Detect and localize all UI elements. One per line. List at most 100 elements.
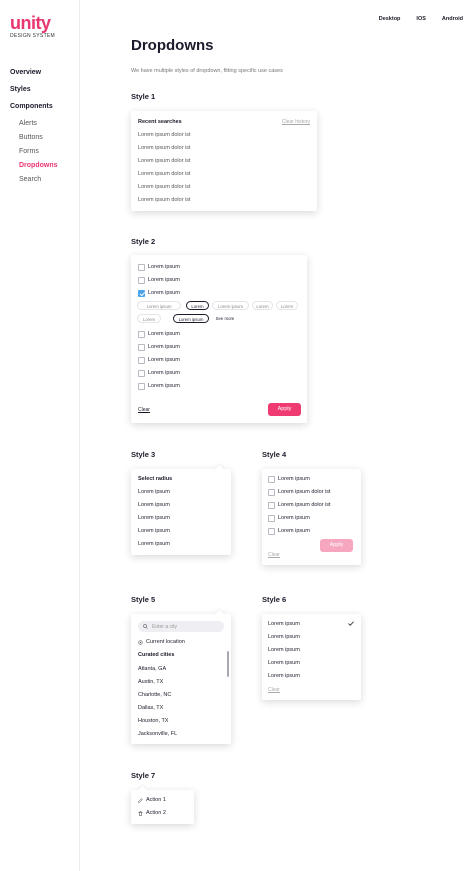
style2-title: Style 2 [131, 237, 156, 246]
brand-name: unity [10, 13, 51, 33]
recent-item[interactable]: Lorem ipsum dolor ist [138, 197, 191, 203]
style3-dropdown: Select radius Lorem ipsum Lorem ipsum Lo… [131, 464, 231, 555]
radius-option[interactable]: Lorem ipsum [138, 489, 170, 495]
city-option[interactable]: Charlotte, NC [138, 692, 171, 698]
radius-option[interactable]: Lorem ipsum [138, 541, 170, 547]
checkbox[interactable] [138, 277, 145, 284]
select-option[interactable]: Lorem ipsum [268, 660, 300, 666]
clear-link-disabled[interactable]: Clear [268, 687, 280, 693]
checkbox[interactable] [138, 357, 145, 364]
checkbox[interactable] [268, 502, 275, 509]
nav-desktop[interactable]: Desktop [379, 16, 401, 22]
recent-item[interactable]: Lorem ipsum dolor ist [138, 171, 191, 177]
brand-logo[interactable]: unity DESIGN SYSTEM [10, 14, 55, 39]
option-label: Lorem ipsum [148, 370, 180, 376]
dropdown-notch [214, 464, 225, 475]
current-location-option[interactable]: Current location [146, 639, 185, 645]
option-label: Lorem ipsum [148, 357, 180, 363]
select-radius-header: Select radius [138, 476, 173, 482]
nav-ios[interactable]: IOS [416, 16, 425, 22]
option-label: Lorem ipsum dolor ist [278, 502, 331, 508]
filter-chip[interactable]: Lorem [276, 301, 298, 310]
trash-icon [138, 811, 143, 816]
dropdown-notch [214, 609, 225, 620]
pencil-icon [138, 798, 143, 803]
recent-item[interactable]: Lorem ipsum dolor ist [138, 158, 191, 164]
style3-title: Style 3 [131, 450, 156, 459]
nav-android[interactable]: Android [442, 16, 463, 22]
scrollbar-thumb[interactable] [227, 651, 229, 677]
action-1[interactable]: Action 1 [146, 797, 166, 803]
sidebar-item-buttons[interactable]: Buttons [10, 133, 58, 147]
option-label: Lorem ipsum [278, 515, 310, 521]
recent-item[interactable]: Lorem ipsum dolor ist [138, 132, 191, 138]
city-option[interactable]: Dallas, TX [138, 705, 163, 711]
filter-chip-selected[interactable]: Lorem [186, 301, 209, 310]
action-2[interactable]: Action 2 [146, 810, 166, 816]
city-option[interactable]: Houston, TX [138, 718, 168, 724]
brand-subtitle: DESIGN SYSTEM [10, 33, 56, 39]
clear-link-disabled[interactable]: Clear [268, 552, 280, 558]
radius-option[interactable]: Lorem ipsum [138, 515, 170, 521]
city-search-box [138, 621, 224, 632]
location-icon [138, 640, 143, 645]
city-option[interactable]: Jacksonville, FL [138, 731, 177, 737]
checkbox[interactable] [268, 528, 275, 535]
filter-chip[interactable]: Lorem [252, 301, 273, 310]
filter-chip[interactable]: Lorem ipsum [212, 301, 249, 310]
sidebar-item-dropdowns[interactable]: Dropdowns [10, 161, 58, 175]
style1-title: Style 1 [131, 92, 156, 101]
see-more-chip[interactable]: See more [212, 314, 238, 323]
checkbox[interactable] [138, 370, 145, 377]
checkbox[interactable] [138, 331, 145, 338]
clear-history-link[interactable]: Clear history [282, 119, 310, 125]
checkbox[interactable] [268, 476, 275, 483]
sidebar-item-components[interactable]: Components [10, 102, 58, 119]
option-label: Lorem ipsum [148, 331, 180, 337]
city-option[interactable]: Atlanta, GA [138, 666, 166, 672]
option-label: Lorem ipsum [148, 277, 180, 283]
filter-chip[interactable]: Lorem [137, 314, 161, 323]
option-label: Lorem ipsum [278, 528, 310, 534]
style6-title: Style 6 [262, 595, 287, 604]
clear-link[interactable]: Clear [138, 407, 150, 413]
select-option-selected[interactable]: Lorem ipsum [268, 621, 300, 627]
filter-chip-selected[interactable]: Lorem ipsum [173, 314, 209, 323]
style5-title: Style 5 [131, 595, 156, 604]
sidebar-item-overview[interactable]: Overview [10, 68, 58, 85]
checkbox[interactable] [268, 489, 275, 496]
select-option[interactable]: Lorem ipsum [268, 673, 300, 679]
select-option[interactable]: Lorem ipsum [268, 634, 300, 640]
sidebar-item-search[interactable]: Search [10, 175, 58, 189]
city-option[interactable]: Austin, TX [138, 679, 163, 685]
checkbox[interactable] [138, 264, 145, 271]
style4-title: Style 4 [262, 450, 287, 459]
checkbox[interactable] [138, 383, 145, 390]
style1-dropdown: Recent searches Clear history Lorem ipsu… [131, 111, 317, 211]
sidebar: unity DESIGN SYSTEM Overview Styles Comp… [0, 0, 80, 871]
style5-dropdown: Current location Curated cities Atlanta,… [131, 609, 231, 744]
sidebar-item-alerts[interactable]: Alerts [10, 119, 58, 133]
radius-option[interactable]: Lorem ipsum [138, 528, 170, 534]
apply-button-disabled[interactable]: Apply [320, 539, 353, 552]
curated-cities-header: Curated cities [138, 652, 175, 658]
checkbox-checked[interactable] [138, 290, 145, 297]
recent-item[interactable]: Lorem ipsum dolor ist [138, 145, 191, 151]
option-label: Lorem ipsum [148, 290, 180, 296]
city-search-input[interactable] [152, 621, 222, 632]
sidebar-item-styles[interactable]: Styles [10, 85, 58, 102]
dropdown-notch [137, 785, 148, 796]
sidebar-item-forms[interactable]: Forms [10, 147, 58, 161]
select-option[interactable]: Lorem ipsum [268, 647, 300, 653]
check-icon [348, 621, 354, 626]
radius-option[interactable]: Lorem ipsum [138, 502, 170, 508]
option-label: Lorem ipsum [278, 476, 310, 482]
checkbox[interactable] [268, 515, 275, 522]
apply-button[interactable]: Apply [268, 403, 301, 416]
option-label: Lorem ipsum dolor ist [278, 489, 331, 495]
recent-item[interactable]: Lorem ipsum dolor ist [138, 184, 191, 190]
checkbox[interactable] [138, 344, 145, 351]
option-label: Lorem ipsum [148, 344, 180, 350]
filter-chip[interactable]: Lorem ipsum [137, 301, 181, 310]
style6-dropdown: Lorem ipsum Lorem ipsum Lorem ipsum Lore… [262, 614, 361, 700]
